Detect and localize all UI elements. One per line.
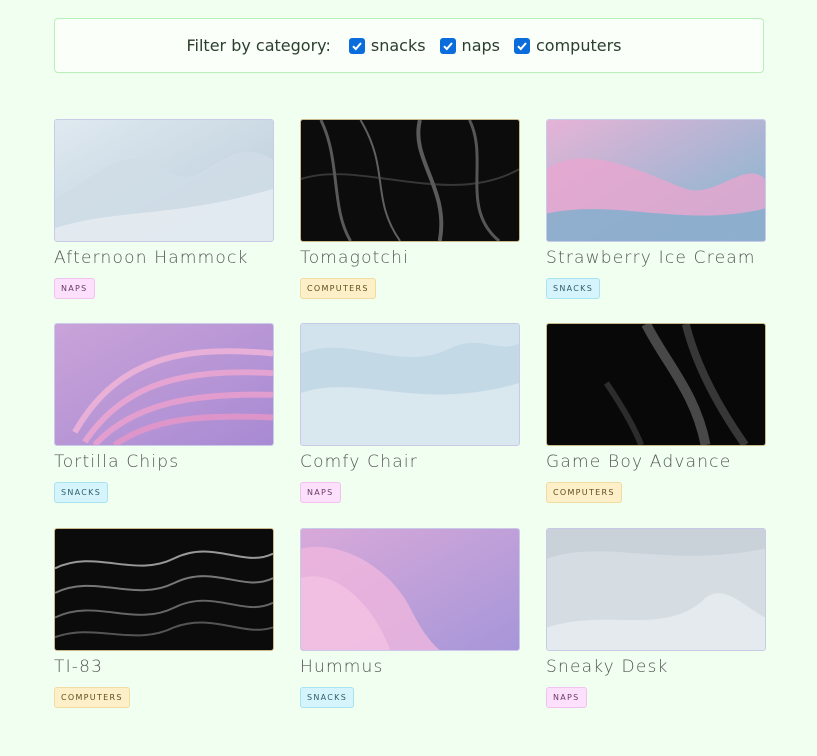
category-filter-bar: Filter by category: snacks naps computer… xyxy=(54,18,764,73)
category-badge: snacks xyxy=(54,482,109,503)
filter-checkbox-naps[interactable]: naps xyxy=(439,36,500,55)
product-card-tomagotchi[interactable]: Tomagotchi computers xyxy=(300,119,520,299)
card-title[interactable]: Comfy Chair xyxy=(300,450,520,474)
card-image[interactable] xyxy=(546,119,766,242)
category-badge: computers xyxy=(54,687,130,708)
card-title[interactable]: Strawberry Ice Cream xyxy=(546,246,766,270)
category-badge: snacks xyxy=(300,687,355,708)
category-badge: naps xyxy=(300,482,341,503)
card-image[interactable] xyxy=(546,323,766,446)
filter-checkbox-computers[interactable]: computers xyxy=(513,36,622,55)
category-badge: snacks xyxy=(546,278,601,299)
product-card-comfy-chair[interactable]: Comfy Chair naps xyxy=(300,323,520,503)
category-badge: computers xyxy=(546,482,622,503)
card-title[interactable]: TI-83 xyxy=(54,655,274,679)
card-image[interactable] xyxy=(300,323,520,446)
product-card-tortilla-chips[interactable]: Tortilla Chips snacks xyxy=(54,323,274,503)
product-card-hummus[interactable]: Hummus snacks xyxy=(300,528,520,708)
filter-option-label[interactable]: naps xyxy=(462,36,500,55)
card-image[interactable] xyxy=(54,323,274,446)
category-badge: naps xyxy=(546,687,587,708)
card-title[interactable]: Hummus xyxy=(300,655,520,679)
product-card-game-boy-advance[interactable]: Game Boy Advance computers xyxy=(546,323,766,503)
filter-option-label[interactable]: computers xyxy=(536,36,622,55)
product-card-ti-83[interactable]: TI-83 computers xyxy=(54,528,274,708)
card-image[interactable] xyxy=(54,119,274,242)
filter-checkbox-snacks[interactable]: snacks xyxy=(348,36,426,55)
category-badge: computers xyxy=(300,278,376,299)
filter-label: Filter by category: xyxy=(186,36,331,55)
card-image[interactable] xyxy=(300,528,520,651)
card-image[interactable] xyxy=(54,528,274,651)
card-title[interactable]: Tomagotchi xyxy=(300,246,520,270)
checkbox-checked-icon[interactable] xyxy=(513,37,530,54)
category-badge: naps xyxy=(54,278,95,299)
checkbox-checked-icon[interactable] xyxy=(439,37,456,54)
card-title[interactable]: Tortilla Chips xyxy=(54,450,274,474)
card-title[interactable]: Afternoon Hammock xyxy=(54,246,274,270)
product-card-strawberry-ice-cream[interactable]: Strawberry Ice Cream snacks xyxy=(546,119,766,299)
checkbox-checked-icon[interactable] xyxy=(348,37,365,54)
product-card-afternoon-hammock[interactable]: Afternoon Hammock naps xyxy=(54,119,274,299)
card-image[interactable] xyxy=(546,528,766,651)
filter-option-label[interactable]: snacks xyxy=(371,36,426,55)
card-title[interactable]: Game Boy Advance xyxy=(546,450,766,474)
card-title[interactable]: Sneaky Desk xyxy=(546,655,766,679)
card-image[interactable] xyxy=(300,119,520,242)
product-card-sneaky-desk[interactable]: Sneaky Desk naps xyxy=(546,528,766,708)
